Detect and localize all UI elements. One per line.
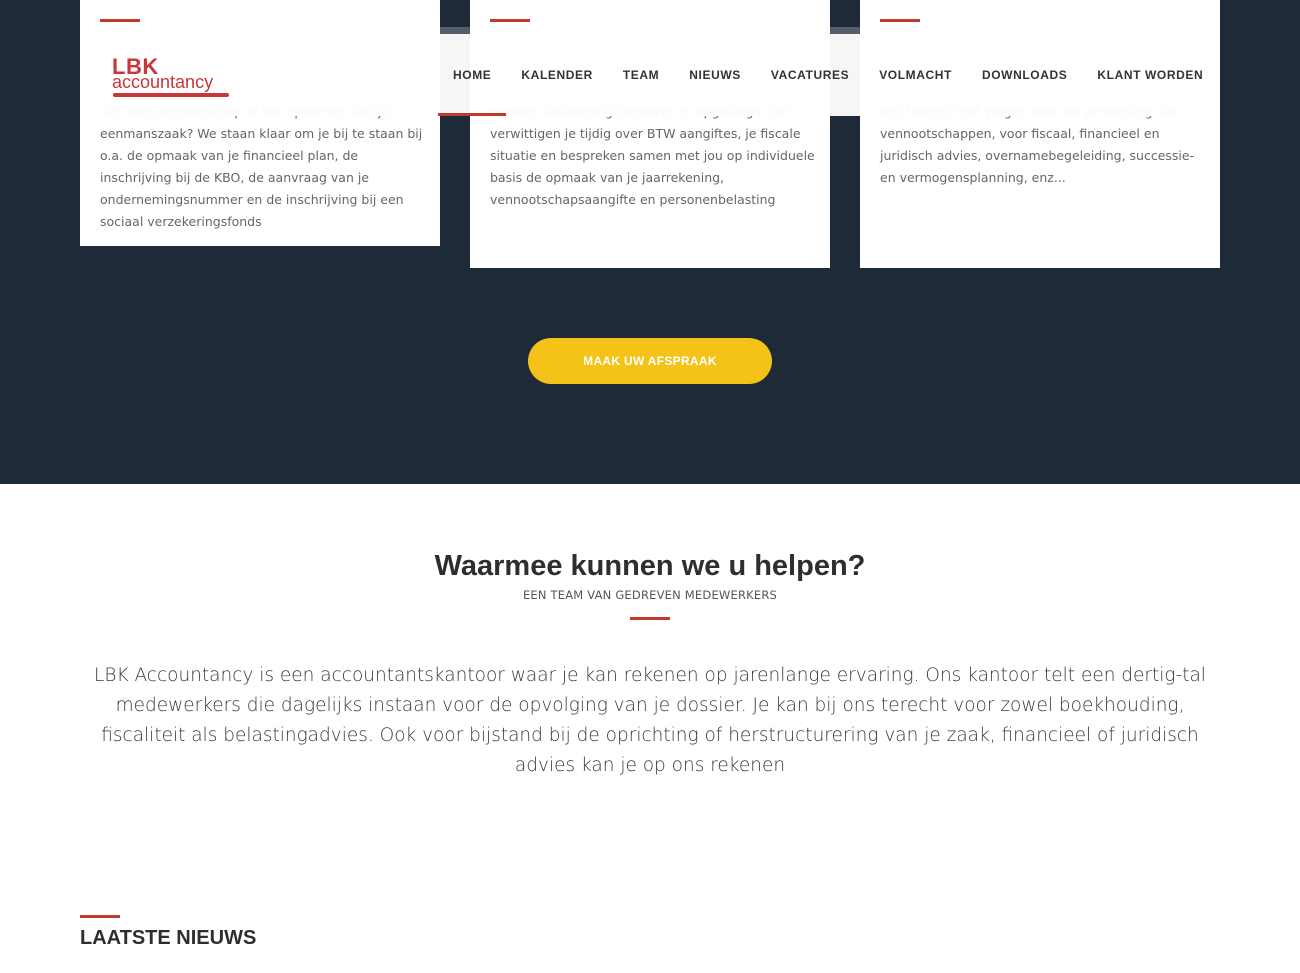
nav-nieuws[interactable]: NIEUWS <box>674 34 756 116</box>
news-divider <box>80 915 120 918</box>
service-card-text: van een vennootschap of het opstarten va… <box>100 104 423 229</box>
nav-vacatures[interactable]: VACATURES <box>756 34 864 116</box>
main-nav: HOME KALENDER TEAM NIEUWS VACATURES VOLM… <box>438 34 1218 116</box>
nav-home[interactable]: HOME <box>438 34 507 116</box>
card-accent-line <box>490 19 530 22</box>
site-header: LBK accountancy HOME KALENDER TEAM NIEUW… <box>80 34 1220 116</box>
card-accent-line <box>880 19 920 22</box>
section-subtitle: EEN TEAM VAN GEDREVEN MEDEWERKERS <box>522 588 778 602</box>
make-appointment-button[interactable]: MAAK UW AFSPRAAK <box>528 338 772 384</box>
section-title: Waarmee kunnen we u helpen? <box>434 550 866 582</box>
lbk-logo[interactable]: LBK accountancy <box>112 54 232 100</box>
logo-underline <box>113 93 229 97</box>
nav-klant-worden[interactable]: KLANT WORDEN <box>1082 34 1218 116</box>
nav-volmacht[interactable]: VOLMACHT <box>864 34 967 116</box>
section-divider <box>630 617 670 620</box>
nav-downloads[interactable]: DOWNLOADS <box>967 34 1082 116</box>
card-accent-line <box>100 19 140 22</box>
nav-kalender[interactable]: KALENDER <box>506 34 607 116</box>
intro-paragraph: LBK Accountancy is een accountantskantoo… <box>94 665 1206 776</box>
header-shadow <box>830 27 860 34</box>
service-card-text: worden nauwkeurig verwerkt en opgevolgd.… <box>490 104 815 207</box>
logo-text-accountancy: accountancy <box>112 72 214 92</box>
header-shadow <box>440 27 470 34</box>
nav-team[interactable]: TEAM <box>608 34 674 116</box>
news-heading: LAATSTE NIEUWS <box>80 927 257 949</box>
